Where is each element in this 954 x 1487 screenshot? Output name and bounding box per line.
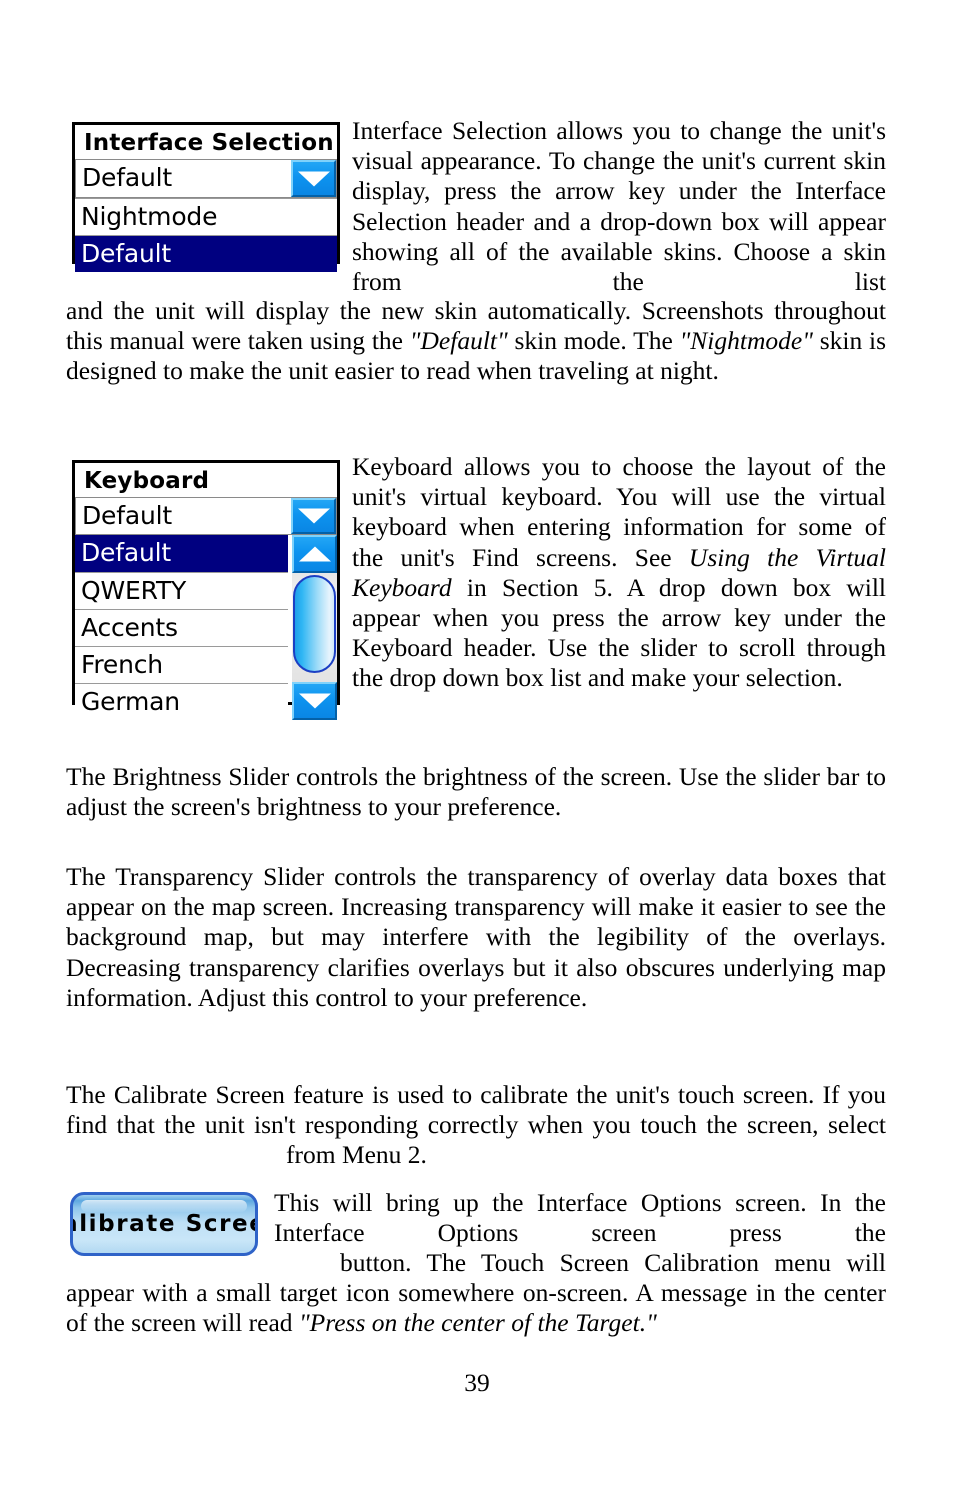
keyboard-widget: Keyboard Default Default QWERTY Accents … bbox=[72, 460, 340, 720]
p5-text-a: The Calibrate Screen feature is used to … bbox=[66, 1080, 886, 1140]
paragraph-keyboard: Keyboard allows you to choose the layout… bbox=[352, 452, 886, 694]
page-number: 39 bbox=[464, 1368, 490, 1397]
paragraph-calibrate-intro: The Calibrate Screen feature is used to … bbox=[66, 1080, 886, 1171]
keyboard-title: Keyboard bbox=[84, 468, 210, 494]
keyboard-option-label: French bbox=[81, 650, 163, 679]
interface-option-nightmode[interactable]: Nightmode bbox=[75, 198, 337, 235]
keyboard-option-label: Accents bbox=[81, 613, 178, 642]
paragraph-calibrate-detail-bottom: button. The Touch Screen Calibration men… bbox=[66, 1248, 886, 1339]
calibrate-screen-button-label: Calibrate Screen bbox=[73, 1211, 255, 1237]
keyboard-combo-value: Default bbox=[82, 501, 172, 530]
scrollbar-thumb[interactable] bbox=[293, 575, 336, 673]
paragraph-brightness-slider: The Brightness Slider controls the brigh… bbox=[66, 762, 886, 822]
interface-selection-combo[interactable]: Default bbox=[75, 159, 337, 198]
inline-button-placeholder-2 bbox=[66, 1248, 340, 1278]
keyboard-list-scrollbar[interactable] bbox=[292, 535, 337, 720]
keyboard-option-label: QWERTY bbox=[81, 576, 187, 605]
paragraph-interface-selection-continued: and the unit will display the new skin a… bbox=[66, 296, 886, 387]
p6-italic-press-target: "Press on the center of the Target." bbox=[298, 1308, 657, 1338]
p1-italic-nightmode: "Nightmode" bbox=[679, 326, 813, 356]
inline-button-placeholder bbox=[66, 1140, 286, 1170]
chevron-down-icon[interactable] bbox=[291, 498, 336, 534]
keyboard-option-french[interactable]: French bbox=[75, 646, 288, 683]
keyboard-option-qwerty[interactable]: QWERTY bbox=[75, 572, 288, 609]
p1-text-b: skin mode. The bbox=[507, 326, 680, 356]
interface-option-label: Nightmode bbox=[81, 202, 218, 231]
paragraph-transparency-slider: The Transparency Slider controls the tra… bbox=[66, 862, 886, 1012]
chevron-down-icon[interactable] bbox=[291, 160, 336, 197]
keyboard-combo[interactable]: Default bbox=[75, 497, 337, 535]
keyboard-option-accents[interactable]: Accents bbox=[75, 609, 288, 646]
keyboard-option-default[interactable]: Default bbox=[75, 535, 288, 572]
interface-option-label: Default bbox=[81, 239, 171, 268]
chevron-down-icon[interactable] bbox=[292, 682, 337, 720]
keyboard-option-label: German bbox=[81, 687, 180, 716]
paragraph-interface-selection-wrapped: Interface Selection allows you to change… bbox=[352, 116, 886, 297]
keyboard-option-german[interactable]: German bbox=[75, 683, 288, 720]
p5-text-b: from Menu 2. bbox=[286, 1140, 427, 1170]
interface-selection-title: Interface Selection bbox=[84, 130, 334, 156]
interface-option-default[interactable]: Default bbox=[75, 235, 337, 272]
p1-italic-default: "Default" bbox=[409, 326, 508, 356]
calibrate-screen-button[interactable]: Calibrate Screen bbox=[70, 1192, 258, 1256]
manual-page: Interface Selection Default Nightmode De… bbox=[0, 0, 954, 1487]
interface-selection-widget: Interface Selection Default Nightmode De… bbox=[72, 122, 340, 272]
chevron-up-icon[interactable] bbox=[292, 535, 337, 573]
keyboard-option-label: Default bbox=[81, 538, 171, 567]
paragraph-calibrate-detail-top: This will bring up the Interface Options… bbox=[274, 1188, 886, 1248]
interface-selection-value: Default bbox=[82, 163, 172, 192]
